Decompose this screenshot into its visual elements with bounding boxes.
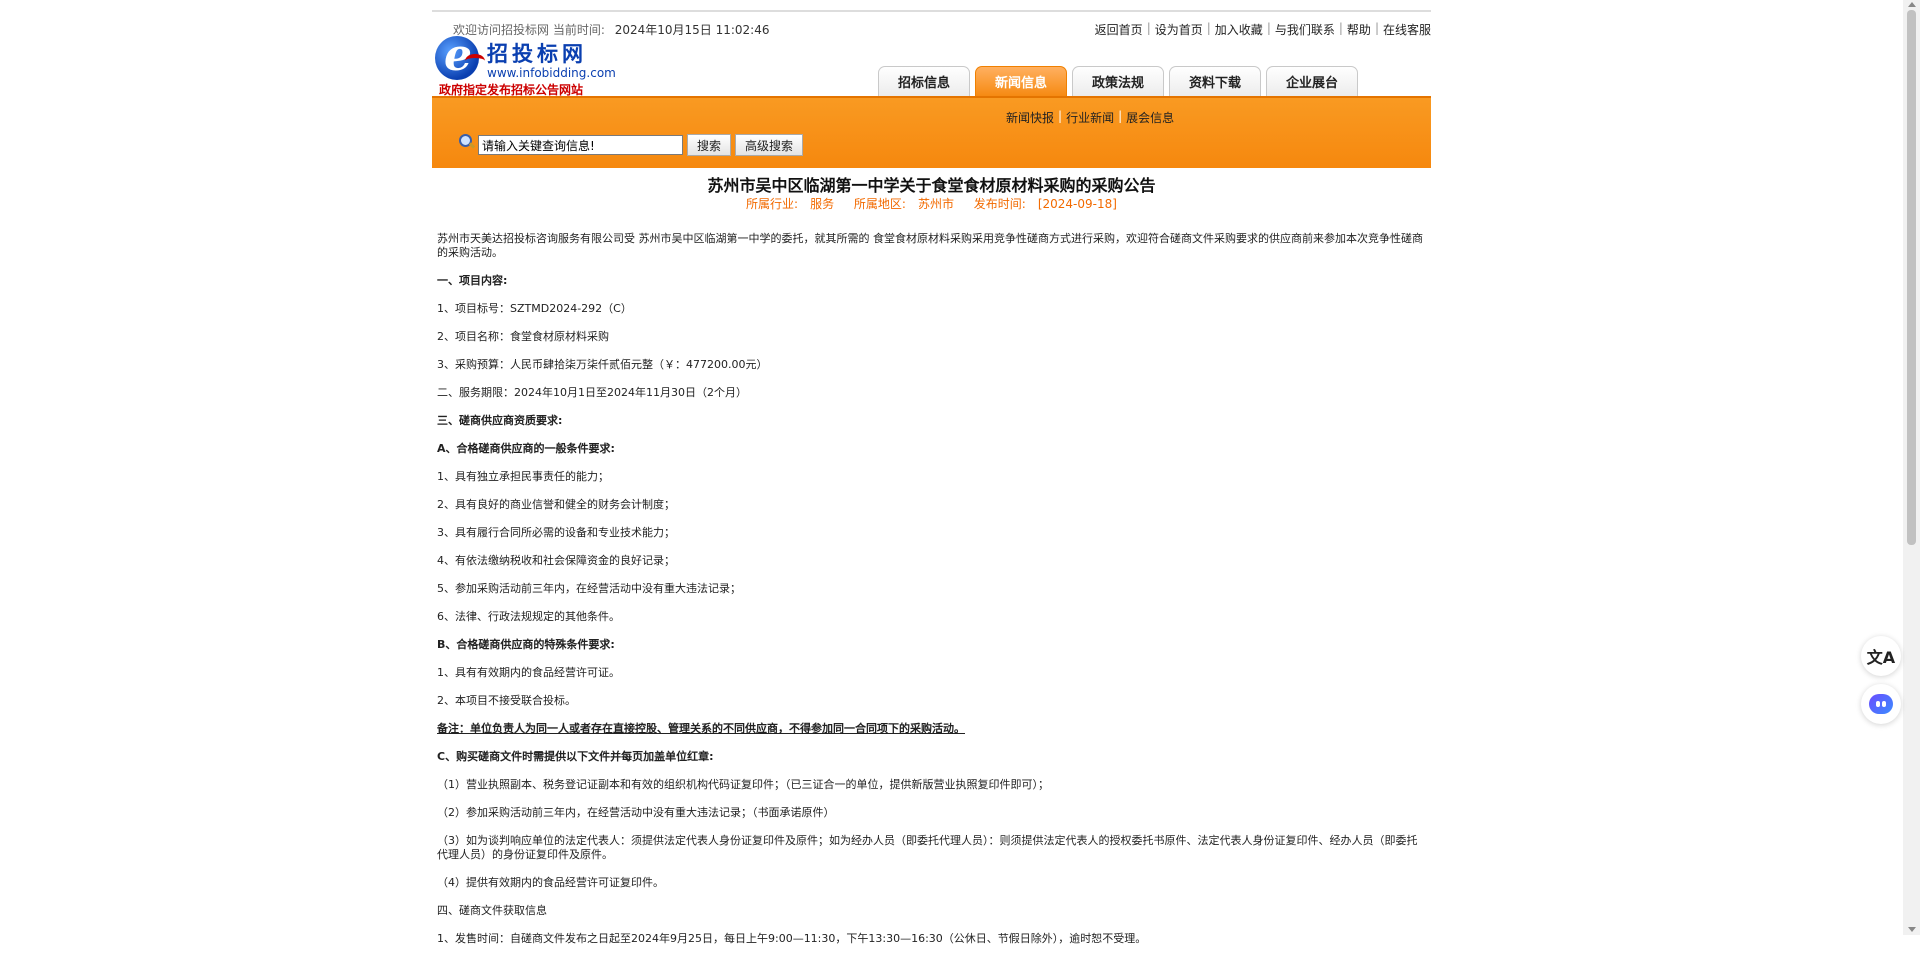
subnav-exhibition-info[interactable]: 展会信息 — [1126, 109, 1174, 126]
article-paragraph: 1、具有有效期内的食品经营许可证。 — [437, 666, 620, 679]
ai-assistant-icon — [1869, 694, 1893, 714]
article-paragraph: 3、采购预算：人民币肆拾柒万柒仟贰佰元整（￥：477200.00元） — [437, 358, 768, 371]
article-paragraph: （1）营业执照副本、税务登记证副本和有效的组织机构代码证复印件；（已三证合一的单… — [437, 778, 1049, 791]
article-paragraph: 1、具有独立承担民事责任的能力； — [437, 470, 609, 483]
scroll-up-arrow-icon[interactable] — [1908, 2, 1916, 7]
current-datetime: 2024年10月15日 11:02:46 — [614, 23, 770, 37]
logo-name: 招投标网 — [487, 41, 587, 66]
article-paragraph: （4）提供有效期内的食品经营许可证复印件。 — [437, 876, 664, 889]
sub-nav: 新闻快报 | 行业新闻 | 展会信息 — [1006, 109, 1175, 126]
vertical-scrollbar[interactable] — [1903, 0, 1920, 935]
meta-region: 所属地区: 苏州市 — [853, 197, 954, 211]
ai-assistant-button[interactable] — [1861, 684, 1901, 724]
article-paragraph: （2）参加采购活动前三年内，在经营活动中没有重大违法记录；（书面承诺原件） — [437, 806, 835, 819]
advanced-search-button[interactable]: 高级搜索 — [735, 134, 804, 156]
article-paragraph: B、合格磋商供应商的特殊条件要求: — [437, 638, 615, 651]
article-paragraph: A、合格磋商供应商的一般条件要求: — [437, 442, 615, 455]
article-paragraph: 2、项目名称：食堂食材原材料采购 — [437, 330, 609, 343]
link-home[interactable]: 返回首页 — [1095, 21, 1143, 38]
translate-button[interactable]: 文A — [1861, 636, 1901, 676]
article-body: 苏州市天美达招投标咨询服务有限公司受 苏州市吴中区临湖第一中学的委托，就其所需的… — [437, 232, 1427, 960]
link-help[interactable]: 帮助 — [1347, 21, 1371, 38]
orange-nav-bar: 新闻快报| 行业新闻| 展会信息 搜索 高级搜索 — [432, 96, 1431, 168]
top-divider — [432, 10, 1431, 12]
article-paragraph: 2、本项目不接受联合投标。 — [437, 694, 576, 707]
scroll-down-arrow-icon[interactable] — [1908, 927, 1916, 932]
subnav-news-flash[interactable]: 新闻快报 — [1006, 109, 1054, 126]
site-logo[interactable]: 招投标网 www.infobidding.com 政府指定发布招标公告网站 — [435, 30, 625, 98]
subnav-industry-news[interactable]: 行业新闻 — [1066, 109, 1114, 126]
article-paragraph: 三、磋商供应商资质要求: — [437, 414, 563, 427]
tab-policy[interactable]: 政策法规 — [1072, 66, 1164, 96]
article-paragraph: 6、法律、行政法规规定的其他条件。 — [437, 610, 620, 623]
meta-industry: 所属行业: 服务 — [746, 197, 835, 211]
article-paragraph: C、购买磋商文件时需提供以下文件并每页加盖单位红章: — [437, 750, 714, 763]
article-paragraph: 5、参加采购活动前三年内，在经营活动中没有重大违法记录； — [437, 582, 741, 595]
scroll-thumb[interactable] — [1907, 10, 1916, 545]
link-contact-us[interactable]: 与我们联系 — [1275, 21, 1335, 38]
main-tabs: 招标信息 新闻信息 政策法规 资料下载 企业展台 — [878, 66, 1363, 96]
search-input[interactable] — [478, 135, 683, 155]
article-meta: 所属行业: 服务 所属地区: 苏州市 发布时间: [2024-09-18] — [432, 195, 1431, 212]
tab-enterprise[interactable]: 企业展台 — [1266, 66, 1358, 96]
translate-icon: 文A — [1866, 648, 1896, 667]
article-paragraph: 苏州市天美达招投标咨询服务有限公司受 苏州市吴中区临湖第一中学的委托，就其所需的… — [437, 232, 1423, 259]
tab-downloads[interactable]: 资料下载 — [1169, 66, 1261, 96]
welcome-label: 欢迎访问招投标网 当前时间: — [453, 23, 605, 37]
search-button[interactable]: 搜索 — [687, 134, 732, 156]
top-links: 返回首页 | 设为首页 | 加入收藏 | 与我们联系 | 帮助 | 在线客服 — [1094, 21, 1431, 38]
article-paragraph: 3、具有履行合同所必需的设备和专业技术能力； — [437, 526, 675, 539]
article-paragraph: 1、项目标号：SZTMD2024-292（C） — [437, 302, 632, 315]
article-paragraph: 4、有依法缴纳税收和社会保障资金的良好记录； — [437, 554, 675, 567]
search-bar: 搜索 高级搜索 — [458, 133, 804, 156]
meta-published: 发布时间: [2024-09-18] — [973, 197, 1117, 211]
article-paragraph: 二、服务期限：2024年10月1日至2024年11月30日（2个月） — [437, 386, 747, 399]
link-set-homepage[interactable]: 设为首页 — [1155, 21, 1203, 38]
article-paragraph: 1、发售时间：自磋商文件发布之日起至2024年9月25日，每日上午9:00—11… — [437, 932, 1147, 945]
article-paragraph: 四、磋商文件获取信息 — [437, 904, 547, 917]
article-paragraph: （3）如为谈判响应单位的法定代表人：须提供法定代表人身份证复印件及原件；如为经办… — [437, 834, 1418, 861]
logo-swoosh-icon — [465, 54, 485, 68]
tab-news-info[interactable]: 新闻信息 — [975, 66, 1067, 96]
tab-bidding-info[interactable]: 招标信息 — [878, 66, 970, 96]
article-paragraph: 2、具有良好的商业信誉和健全的财务会计制度； — [437, 498, 675, 511]
search-icon — [458, 133, 476, 151]
article-paragraph: 一、项目内容: — [437, 274, 508, 287]
article-paragraph: 备注：单位负责人为同一人或者存在直接控股、管理关系的不同供应商，不得参加同一合同… — [437, 722, 965, 735]
link-add-favorite[interactable]: 加入收藏 — [1215, 21, 1263, 38]
link-online-service[interactable]: 在线客服 — [1383, 21, 1431, 38]
article-title: 苏州市吴中区临湖第一中学关于食堂食材原材料采购的采购公告 — [707, 176, 1156, 195]
logo-url: www.infobidding.com — [487, 66, 616, 80]
